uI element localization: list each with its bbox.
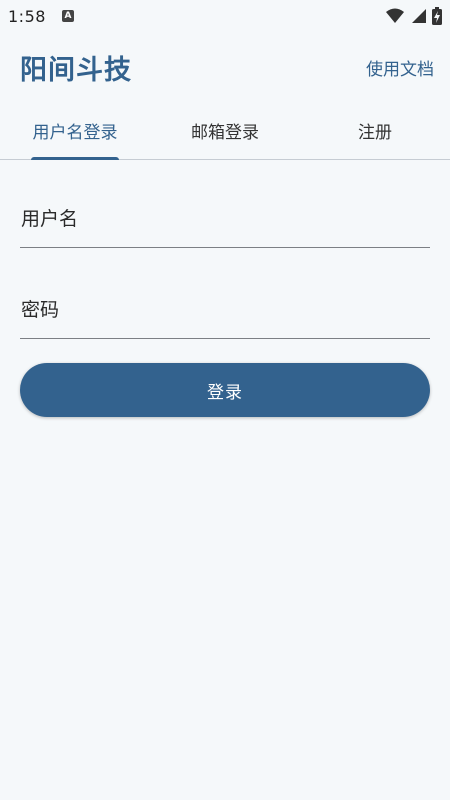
wifi-icon	[386, 8, 404, 23]
status-icons	[386, 7, 442, 25]
tab-username-login[interactable]: 用户名登录	[0, 102, 150, 159]
login-tabs: 用户名登录 邮箱登录 注册	[0, 102, 450, 160]
login-button[interactable]: 登录	[20, 363, 430, 417]
tab-email-login[interactable]: 邮箱登录	[150, 102, 300, 159]
username-label: 用户名	[21, 208, 79, 230]
battery-charging-icon	[432, 7, 442, 25]
username-input[interactable]: 用户名	[20, 188, 430, 248]
app-bar: 阳间斗技 使用文档	[0, 32, 450, 102]
status-time: 1:58	[8, 6, 46, 26]
cellular-signal-icon	[412, 9, 426, 23]
password-input[interactable]: 密码	[20, 279, 430, 339]
app-title: 阳间斗技	[20, 54, 132, 86]
password-label: 密码	[21, 299, 60, 321]
status-bar: 1:58 A	[0, 0, 450, 32]
tab-register[interactable]: 注册	[300, 102, 450, 159]
docs-link[interactable]: 使用文档	[366, 55, 434, 80]
notification-a-icon: A	[61, 10, 74, 22]
